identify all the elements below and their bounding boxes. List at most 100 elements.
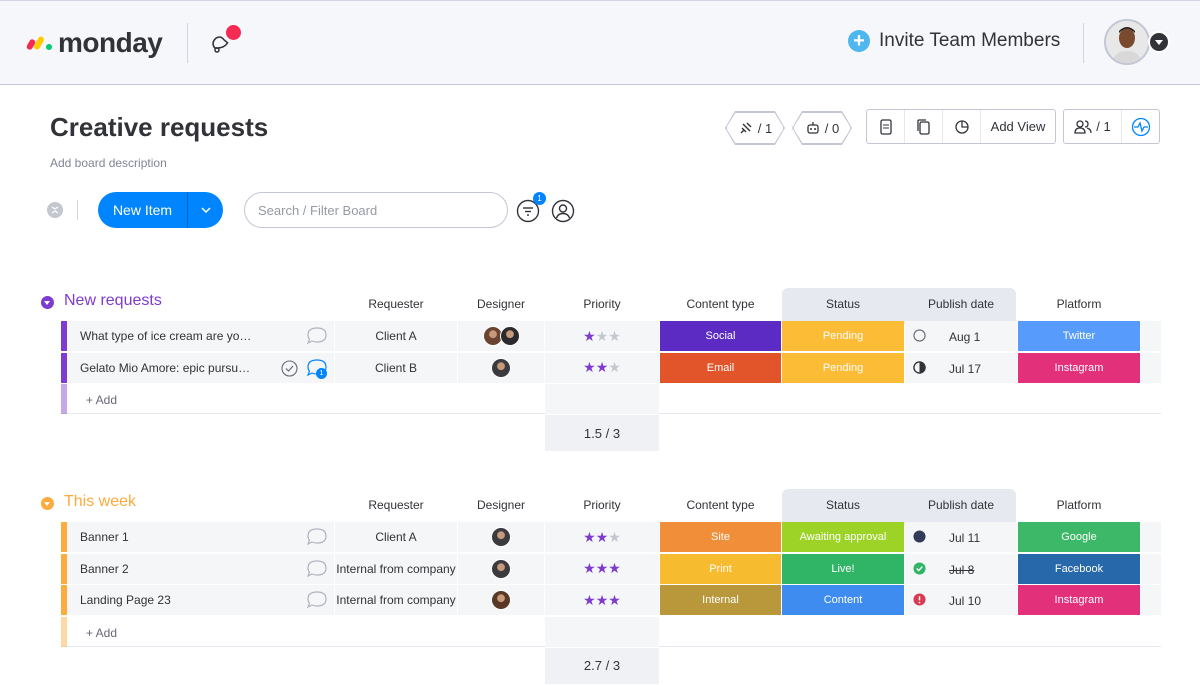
column-header-designer[interactable]: Designer [458,297,544,311]
platform-label[interactable]: Facebook [1018,553,1140,584]
requester-cell[interactable]: Client A [335,321,457,351]
star-icon[interactable]: ★ [583,560,596,576]
chart-view-button[interactable] [943,110,981,143]
designer-avatar[interactable] [491,590,511,610]
star-icon[interactable]: ★ [596,328,609,344]
search-filter-input[interactable] [244,192,508,228]
star-icon[interactable]: ★ [596,359,609,375]
column-header-requester[interactable]: Requester [335,498,457,512]
table-row[interactable]: Landing Page 23 Internal from company ★★★ I… [61,585,1161,616]
star-icon[interactable]: ★ [608,560,621,576]
requester-cell[interactable]: Client A [335,522,457,552]
publish-date-cell[interactable]: Jul 11 [905,522,1017,552]
add-item-label[interactable]: + Add [86,393,117,407]
requester-cell[interactable]: Internal from company [335,553,457,584]
platform-label[interactable]: Twitter [1018,321,1140,351]
star-icon[interactable]: ★ [608,359,621,375]
account-menu-caret-icon[interactable] [1148,31,1170,53]
star-icon[interactable]: ★ [596,560,609,576]
table-row[interactable]: Gelato Mio Amore: epic pursuit ... 1 Clien… [61,352,1161,384]
table-view-button[interactable] [867,110,905,143]
table-row[interactable]: Banner 1 Client A ★★★ Site Awaiting approval… [61,522,1161,553]
requester-cell[interactable]: Client B [335,352,457,383]
status-label[interactable]: Live! [782,553,904,584]
priority-rating-cell[interactable]: ★★★ [545,522,659,552]
item-name-cell[interactable]: Landing Page 23 [67,585,334,615]
content-type-label[interactable]: Social [660,321,781,351]
checkmark-circle-icon[interactable] [281,359,298,377]
star-icon[interactable]: ★ [583,328,596,344]
conversation-bubble-icon[interactable] [306,590,328,610]
content-type-label[interactable]: Print [660,553,781,584]
add-item-row[interactable]: + Add [61,384,1161,414]
item-name-cell[interactable]: What type of ice cream are you? [67,321,334,351]
column-header-status[interactable]: Status [782,297,904,311]
publish-date-cell[interactable]: Jul 10 [905,585,1017,615]
column-header-status[interactable]: Status [782,498,904,512]
item-name-cell[interactable]: Banner 1 [67,522,334,552]
star-icon[interactable]: ★ [596,592,609,608]
star-icon[interactable]: ★ [583,359,596,375]
designer-avatar[interactable] [491,558,511,579]
designer-cell[interactable] [458,585,544,615]
column-header-priority[interactable]: Priority [545,297,659,311]
publish-date-cell[interactable]: Jul 17 [905,352,1017,383]
item-name-cell[interactable]: Gelato Mio Amore: epic pursuit ... 1 [67,352,334,383]
platform-label[interactable]: Instagram [1018,352,1140,383]
platform-label[interactable]: Instagram [1018,585,1140,615]
star-icon[interactable]: ★ [583,529,596,545]
designer-avatar[interactable] [491,527,511,547]
designer-cell[interactable] [458,553,544,584]
content-type-label[interactable]: Email [660,352,781,383]
new-item-dropdown-button[interactable] [188,192,223,228]
priority-rating-cell[interactable]: ★★★ [545,585,659,615]
activity-button[interactable] [1122,110,1159,143]
star-icon[interactable]: ★ [608,529,621,545]
priority-rating-cell[interactable]: ★★★ [545,321,659,351]
column-header-content-type[interactable]: Content type [660,297,781,311]
priority-rating-cell[interactable]: ★★★ [545,553,659,584]
column-header-requester[interactable]: Requester [335,297,457,311]
column-header-designer[interactable]: Designer [458,498,544,512]
status-label[interactable]: Content [782,585,904,615]
collapse-all-icon[interactable] [47,202,63,218]
conversation-bubble-icon[interactable] [306,559,328,579]
star-icon[interactable]: ★ [583,592,596,608]
designer-cell[interactable] [458,522,544,552]
priority-rating-cell[interactable]: ★★★ [545,352,659,383]
table-row[interactable]: What type of ice cream are you? Client A ★… [61,321,1161,352]
column-header-publish-date[interactable]: Publish date [905,498,1017,512]
requester-cell[interactable]: Internal from company [335,585,457,615]
group-title[interactable]: New requests [64,292,162,310]
column-header-priority[interactable]: Priority [545,498,659,512]
item-name-cell[interactable]: Banner 2 [67,553,334,584]
star-icon[interactable]: ★ [608,592,621,608]
star-icon[interactable]: ★ [608,328,621,344]
invite-team-members-button[interactable]: + Invite Team Members [848,30,1060,52]
group-collapse-caret-icon[interactable] [41,497,54,510]
content-type-label[interactable]: Site [660,522,781,552]
board-description[interactable]: Add board description [50,156,167,170]
column-header-platform[interactable]: Platform [1018,498,1140,512]
publish-date-cell[interactable]: Aug 1 [905,321,1017,351]
user-avatar[interactable] [1104,19,1150,65]
publish-date-cell[interactable]: Jul 8 [905,553,1017,584]
designer-avatar[interactable] [499,326,520,346]
integrations-button[interactable]: / 1 [726,112,784,144]
board-title[interactable]: Creative requests [50,112,268,143]
cards-view-button[interactable] [905,110,943,143]
monday-logo[interactable]: monday [25,27,163,59]
column-header-publish-date[interactable]: Publish date [905,297,1017,311]
person-filter-icon[interactable] [551,199,575,223]
group-collapse-caret-icon[interactable] [41,296,54,309]
conversation-bubble-icon[interactable] [306,326,328,346]
designer-avatar[interactable] [491,357,511,378]
status-label[interactable]: Pending [782,321,904,351]
status-label[interactable]: Awaiting approval [782,522,904,552]
board-members-button[interactable]: / 1 [1064,110,1122,143]
designer-cell[interactable] [458,352,544,383]
new-item-button[interactable]: New Item [98,192,188,228]
star-icon[interactable]: ★ [596,529,609,545]
column-header-platform[interactable]: Platform [1018,297,1140,311]
add-view-button[interactable]: Add View [981,110,1055,143]
